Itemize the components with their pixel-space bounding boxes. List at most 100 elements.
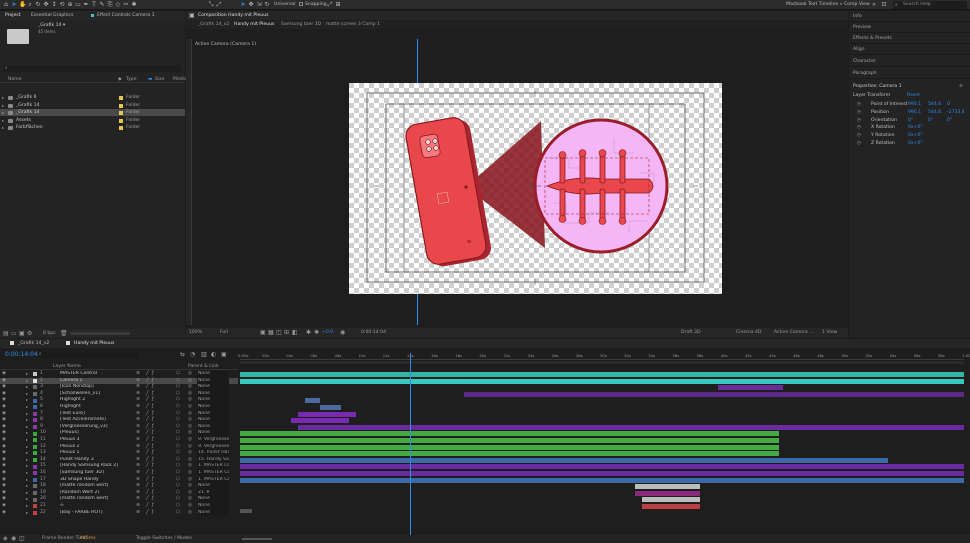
- layer-row[interactable]: ◉ ▸ 9 [Vergroesserung_v3] ⊛ ╱ ƒ ⬡ ◎ None: [0, 423, 238, 431]
- effect-switch-icon[interactable]: ƒ: [152, 503, 154, 510]
- layer-name[interactable]: [Random Wert 2]: [60, 490, 132, 497]
- layer-duration-bar[interactable]: [290, 418, 349, 424]
- project-item[interactable]: ▸ _Grafik 6 Folder: [0, 94, 185, 101]
- layer-name[interactable]: [matte random wert]: [60, 483, 132, 490]
- shy-switch-icon[interactable]: ⊛: [136, 397, 140, 404]
- shy-switch-icon[interactable]: ⊛: [136, 437, 140, 444]
- shy-switch-icon[interactable]: ⊛: [136, 371, 140, 378]
- 3d-layer-icon[interactable]: ⬡: [176, 371, 180, 378]
- layer-name[interactable]: 3D Shape Handy: [60, 477, 132, 484]
- work-area-bar[interactable]: [240, 361, 964, 364]
- clone-tool-icon[interactable]: ⎘: [107, 2, 113, 8]
- quality-switch-icon[interactable]: ╱: [146, 430, 149, 437]
- quality-switch-icon[interactable]: ╱: [146, 463, 149, 470]
- visibility-eye-icon[interactable]: ◉: [2, 391, 6, 398]
- search-input[interactable]: Search Help: [903, 2, 931, 8]
- expand-arrow-icon[interactable]: ▸: [2, 117, 4, 124]
- expand-arrow-icon[interactable]: ▸: [2, 94, 4, 101]
- stopwatch-icon[interactable]: ◷: [857, 124, 861, 131]
- expand-arrow-icon[interactable]: ▸: [26, 457, 28, 464]
- pickwhip-icon[interactable]: ◎: [188, 463, 192, 470]
- layer-label-swatch[interactable]: [33, 411, 37, 416]
- shy-switch-icon[interactable]: ⊛: [136, 384, 140, 391]
- mask-visibility-icon[interactable]: ◫: [276, 329, 282, 336]
- pickwhip-icon[interactable]: ◎: [188, 477, 192, 484]
- rotate-tool-icon[interactable]: ⟲: [59, 2, 65, 8]
- quality-switch-icon[interactable]: ╱: [146, 496, 149, 503]
- shy-switch-icon[interactable]: ⊛: [136, 463, 140, 470]
- rectangle-tool-icon[interactable]: ▭: [75, 2, 81, 8]
- expand-arrow-icon[interactable]: ▸: [26, 411, 28, 418]
- effect-switch-icon[interactable]: ƒ: [152, 470, 154, 477]
- layer-name[interactable]: Punkt Handy 3: [60, 457, 132, 464]
- pickwhip-icon[interactable]: ◎: [188, 503, 192, 510]
- parent-select[interactable]: 9. Vergroesse: [197, 443, 229, 451]
- layer-row[interactable]: ◉ ▸ 11 Pleuus 3 ⊛ ╱ ƒ ⬡ ◎ 9. Vergroesse: [0, 437, 238, 444]
- effect-switch-icon[interactable]: ƒ: [152, 437, 154, 444]
- layer-label-swatch[interactable]: [33, 372, 37, 377]
- hand-tool-icon[interactable]: ✋: [19, 2, 26, 8]
- pickwhip-icon[interactable]: ◎: [188, 490, 192, 497]
- visibility-eye-icon[interactable]: ◉: [2, 463, 6, 470]
- layer-row[interactable]: ◉ ▸ 16 [Samsung tuer 3D] ⊛ ╱ ƒ ⬡ ◎ 1. MASTER Cc: [0, 470, 238, 477]
- property-value-1[interactable]: 0x+0°: [908, 132, 923, 139]
- paragraph-panel[interactable]: Paragraph: [849, 68, 970, 79]
- layer-duration-bar[interactable]: [240, 444, 780, 450]
- comp-tab-4[interactable]: matte screen 3 Comp 1: [326, 22, 380, 27]
- reset-link[interactable]: Reset: [907, 93, 920, 98]
- shy-switch-icon[interactable]: ⊛: [136, 503, 140, 510]
- effects-presets-panel[interactable]: Effects & Presets: [849, 33, 970, 44]
- effect-switch-icon[interactable]: ƒ: [152, 510, 154, 517]
- layer-row[interactable]: ◉ ▸ 10 [Pleuus] ⊛ ╱ ƒ ⬡ ◎ None: [0, 430, 238, 437]
- layer-name[interactable]: Highlight: [60, 404, 132, 411]
- expand-arrow-icon[interactable]: ▸: [26, 437, 28, 444]
- visibility-eye-icon[interactable]: ◉: [2, 510, 6, 517]
- guides-icon[interactable]: ⊞: [284, 329, 289, 336]
- pickwhip-icon[interactable]: ◎: [188, 391, 192, 398]
- expand-arrow-icon[interactable]: ▸: [26, 397, 28, 404]
- layer-row[interactable]: ◉ ▸ 4 [Schallwellen_v1] ⊛ ╱ ƒ ⬡ ◎ None: [0, 390, 238, 398]
- current-time[interactable]: 0:00:14:04: [361, 330, 386, 335]
- 3d-layer-icon[interactable]: ⬡: [176, 463, 180, 470]
- pickwhip-icon[interactable]: ◎: [188, 378, 192, 385]
- layer-label-swatch[interactable]: [33, 510, 37, 515]
- layer-label-swatch[interactable]: [33, 378, 37, 383]
- pickwhip-icon[interactable]: ◎: [188, 470, 192, 477]
- layer-duration-bar[interactable]: [240, 451, 780, 457]
- layer-row[interactable]: ◉ ▸ 6 Highlight ⊛ ╱ ƒ ⬡ ◎ None: [0, 404, 238, 411]
- layer-name[interactable]: ∞: [60, 503, 132, 510]
- effect-switch-icon[interactable]: ƒ: [152, 463, 154, 470]
- label-swatch[interactable]: [119, 118, 123, 123]
- camera-tool-icon[interactable]: ➤: [240, 2, 246, 8]
- property-value-3[interactable]: -2733,4: [947, 109, 965, 116]
- layer-name[interactable]: [Schallwellen_v1]: [60, 391, 132, 398]
- pickwhip-icon[interactable]: ◎: [188, 430, 192, 437]
- workspace-more-icon[interactable]: »: [871, 2, 877, 8]
- tab-project[interactable]: Project: [2, 12, 24, 20]
- zoom-select[interactable]: 100%: [189, 330, 202, 335]
- layer-duration-bar[interactable]: [305, 398, 320, 404]
- project-item[interactable]: ▸ _Grafik 14 Folder: [0, 109, 185, 117]
- brush-tool-icon[interactable]: ✎: [99, 2, 105, 8]
- draft-3d-icon[interactable]: ⇆: [180, 351, 185, 358]
- snapshot-icon[interactable]: ◉: [340, 329, 345, 336]
- visibility-eye-icon[interactable]: ◉: [2, 404, 6, 411]
- visibility-eye-icon[interactable]: ◉: [2, 411, 6, 418]
- layer-row[interactable]: ◉ ▸ 2 Camera 1 ⊛ ╱ ƒ ⬡ ◎ None: [0, 377, 238, 385]
- frame-blend-icon[interactable]: ▥: [201, 351, 207, 358]
- col-parent[interactable]: Parent & Link: [188, 364, 219, 369]
- layer-name[interactable]: Highlight 2: [60, 397, 132, 404]
- stopwatch-icon[interactable]: ◷: [857, 109, 861, 116]
- quality-switch-icon[interactable]: ╱: [146, 417, 149, 424]
- parent-select[interactable]: None: [197, 503, 229, 510]
- visibility-eye-icon[interactable]: ◉: [2, 424, 6, 431]
- layer-duration-bar[interactable]: [319, 405, 342, 410]
- parent-select[interactable]: None: [197, 390, 229, 398]
- stopwatch-icon[interactable]: ◷: [857, 117, 861, 124]
- color-manage-icon[interactable]: ✱: [306, 329, 311, 336]
- pickwhip-icon[interactable]: ◎: [188, 417, 192, 424]
- shy-switch-icon[interactable]: ⊛: [136, 510, 140, 517]
- layer-label-swatch[interactable]: [33, 477, 37, 482]
- visibility-eye-icon[interactable]: ◉: [2, 371, 6, 378]
- layer-label-swatch[interactable]: [33, 392, 37, 397]
